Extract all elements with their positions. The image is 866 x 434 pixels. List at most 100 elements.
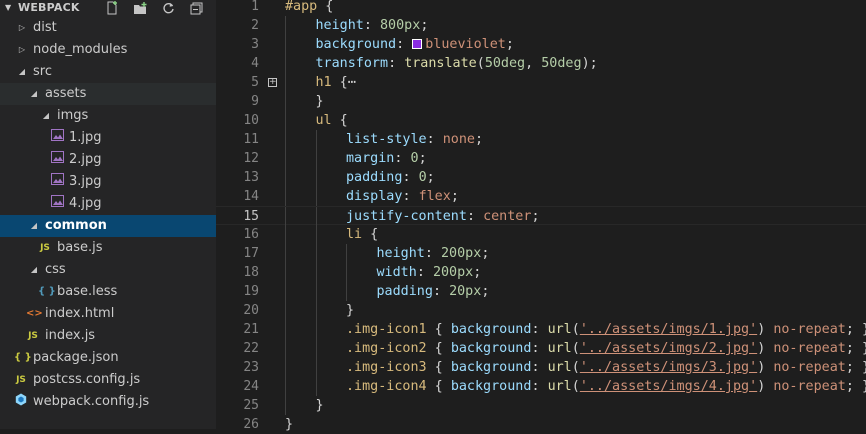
tree-item-label: 3.jpg [69,174,102,189]
tree-item-label: src [33,64,52,79]
line-number: 17 [243,246,259,261]
code-line[interactable]: 9} [216,92,866,111]
code-line[interactable]: 2 height: 800px; [216,16,866,35]
indent-guide [315,130,317,149]
tree-item-label: dist [33,20,57,35]
tree-item[interactable]: JS postcss.config.js [0,369,216,391]
tree-item-label: postcss.config.js [33,372,141,387]
code-line[interactable]: 3 background: blueviolet; [216,35,866,54]
tree-item[interactable]: 2.jpg [0,149,216,171]
tree-item[interactable]: { } base.less [0,281,216,303]
refresh-icon[interactable] [154,0,182,16]
chevron-down-icon[interactable]: ◢ [17,61,27,83]
code-line[interactable]: 5 + h1 {⋯ [216,73,866,92]
line-number: 10 [243,113,259,128]
new-folder-icon[interactable] [126,0,154,16]
tree-item[interactable]: ◢ common [0,215,216,237]
indent-guide [315,187,317,206]
tree-item[interactable]: { } package.json [0,347,216,369]
html-file-icon: <> [26,308,43,319]
code-line[interactable]: 22 .img-icon2 { background: url('../asset… [216,339,866,358]
indent-guide [285,244,286,263]
code-line[interactable]: 24 .img-icon4 { background: url('../asset… [216,377,866,396]
line-number: 15 [243,209,259,224]
indent-guide [285,320,286,339]
tree-item[interactable]: ◢ css [0,259,216,281]
chevron-right-icon[interactable]: ▷ [17,39,27,61]
line-number: 21 [243,322,259,337]
tree-item-label: css [45,262,66,277]
line-number: 2 [251,18,259,33]
tree-item[interactable]: ◢ src [0,61,216,83]
tree-item-label: package.json [33,350,119,365]
tree-item[interactable]: webpack.config.js [0,391,216,413]
code-line[interactable]: 10 ul { [216,111,866,130]
indent-guide [285,73,286,92]
chevron-right-icon[interactable]: ▷ [17,17,27,39]
code-line[interactable]: 19 padding: 20px; [216,282,866,301]
indent-guide [285,207,286,226]
tree-item-label: 1.jpg [69,130,102,145]
new-file-icon[interactable] [98,0,126,16]
tree-item[interactable]: 4.jpg [0,193,216,215]
indent-guide [346,244,347,263]
explorer-title: WEBPACK [18,1,80,14]
code-line[interactable]: 16 li { [216,225,866,244]
code-line[interactable]: 15 justify-content: center; [216,206,866,226]
code-line[interactable]: 18 width: 200px; [216,263,866,282]
code-line[interactable]: 4 transform: translate(50deg, 50deg); [216,54,866,73]
code-text: list-style: none; [346,132,484,147]
tree-item[interactable]: 3.jpg [0,171,216,193]
code-line[interactable]: 26} [216,415,866,434]
color-swatch[interactable] [412,39,423,49]
code-line[interactable]: 12 margin: 0; [216,149,866,168]
chevron-down-icon[interactable]: ◢ [29,259,39,281]
line-number: 20 [243,303,259,318]
code-text: display: flex; [346,189,459,204]
indent-guide [315,358,317,377]
image-file-icon [50,171,64,193]
tree-item[interactable]: ▷ node_modules [0,39,216,61]
indent-guide [285,263,286,282]
chevron-down-icon[interactable]: ◢ [29,83,39,105]
code-line[interactable]: 20} [216,301,866,320]
indent-guide [315,301,317,320]
indent-guide [285,282,286,301]
code-line[interactable]: 25} [216,396,866,415]
tree-item[interactable]: <> index.html [0,303,216,325]
fold-expand-icon[interactable]: + [268,78,277,87]
indent-guide [315,207,317,226]
line-number: 9 [251,94,259,109]
code-line[interactable]: 13 padding: 0; [216,168,866,187]
collapse-all-icon[interactable] [182,0,210,16]
chevron-down-icon[interactable]: ▼ [5,0,11,16]
indent-guide [285,92,286,111]
tree-item[interactable]: ◢ imgs [0,105,216,127]
indent-guide [285,377,286,396]
explorer-header[interactable]: ▼ WEBPACK [0,0,216,16]
tree-item[interactable]: JS base.js [0,237,216,259]
json-file-icon: { } [14,352,32,363]
code-line[interactable]: 23 .img-icon3 { background: url('../asset… [216,358,866,377]
code-line[interactable]: 1 #app { [216,0,866,16]
tree-item[interactable]: ◢ assets [0,83,216,105]
code-editor[interactable]: 1 #app {2 height: 800px; 3 background: bluev… [216,0,866,432]
code-line[interactable]: 21 .img-icon1 { background: url('../asset… [216,320,866,339]
code-text: padding: 20px; [376,284,490,299]
tree-item[interactable]: 1.jpg [0,127,216,149]
tree-item[interactable]: JS index.js [0,325,216,347]
code-line[interactable]: 17 height: 200px; [216,244,866,263]
code-text: } [346,303,355,318]
tree-item-label: 4.jpg [69,196,102,211]
indent-guide [285,111,286,130]
tree-item-label: assets [45,86,87,101]
image-file-icon [50,127,64,149]
chevron-down-icon[interactable]: ◢ [29,215,39,237]
code-line[interactable]: 14 display: flex; [216,187,866,206]
code-text: margin: 0; [346,151,427,166]
tree-item[interactable]: ▷ dist [0,17,216,39]
code-text: height: 200px; [376,246,490,261]
indent-guide [285,339,286,358]
chevron-down-icon[interactable]: ◢ [41,105,51,127]
code-line[interactable]: 11 list-style: none; [216,130,866,149]
